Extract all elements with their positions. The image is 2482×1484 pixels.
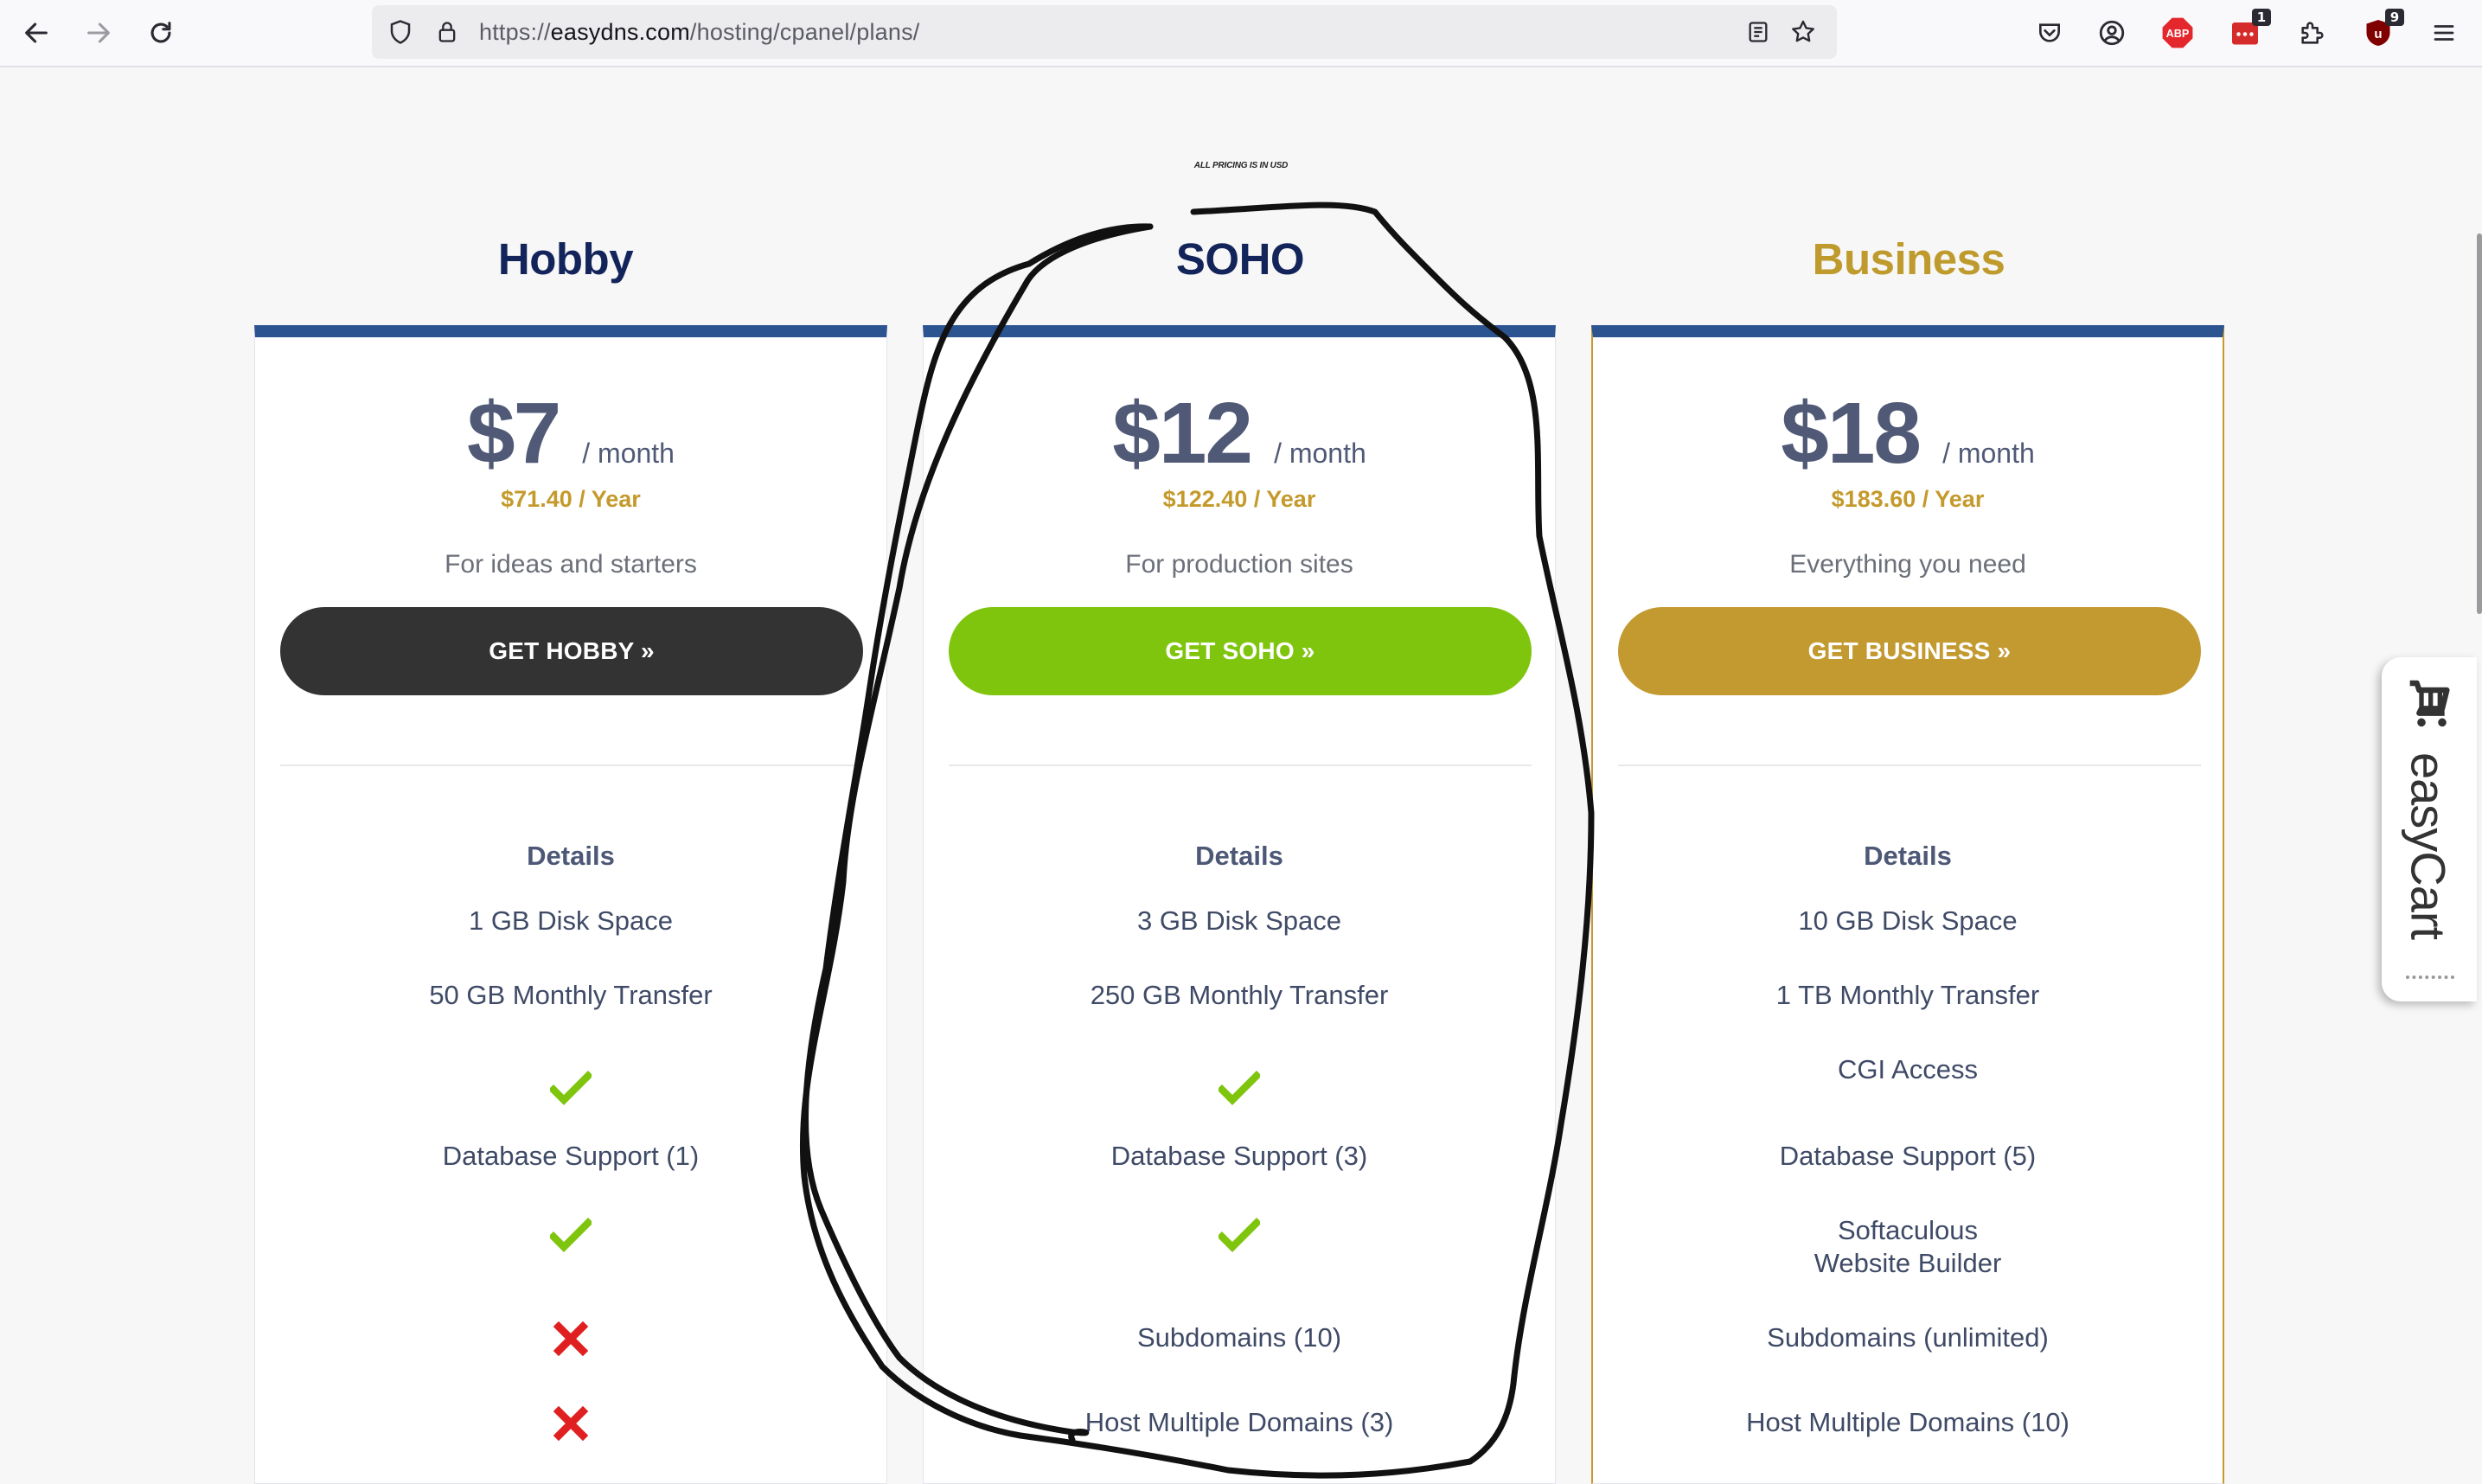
bookmark-star-icon[interactable] bbox=[1787, 16, 1820, 48]
get-soho-button[interactable]: GET SOHO » bbox=[949, 607, 1532, 695]
url-path: /hosting/cpanel/plans/ bbox=[689, 19, 920, 45]
feature-disk: 1 GB Disk Space bbox=[468, 905, 674, 936]
monthly-price: $7 bbox=[467, 385, 561, 482]
url-text[interactable]: https://easydns.com/hosting/cpanel/plans… bbox=[479, 19, 920, 46]
feature-subdomains: Subdomains (10) bbox=[1136, 1322, 1342, 1353]
back-arrow-icon bbox=[25, 22, 48, 43]
forward-button[interactable] bbox=[78, 12, 119, 54]
check-icon bbox=[255, 1218, 886, 1252]
divider bbox=[1618, 764, 2201, 766]
divider bbox=[280, 764, 863, 766]
price-row: $7 / month bbox=[255, 384, 886, 483]
feature-transfer: 250 GB Monthly Transfer bbox=[1090, 980, 1389, 1010]
url-domain: easydns.com bbox=[550, 19, 690, 45]
reader-view-icon[interactable] bbox=[1742, 16, 1775, 48]
reload-button[interactable] bbox=[140, 12, 182, 54]
feature-disk: 3 GB Disk Space bbox=[1136, 905, 1342, 936]
check-icon bbox=[924, 1218, 1555, 1252]
check-icon bbox=[924, 1071, 1555, 1105]
plan-title-soho: SOHO bbox=[1175, 234, 1305, 284]
feature-builder-line1: Softaculous bbox=[1838, 1215, 1978, 1245]
plan-card-soho: $12 / month $122.40 / Year For productio… bbox=[923, 325, 1556, 1484]
back-button[interactable] bbox=[16, 12, 57, 54]
extension-badge: 1 bbox=[2252, 9, 2271, 26]
forward-arrow-icon bbox=[87, 22, 110, 43]
price-unit: / month bbox=[1274, 438, 1366, 469]
feature-database: Database Support (1) bbox=[442, 1141, 700, 1171]
extension-red-icon[interactable]: 1 bbox=[2224, 9, 2271, 54]
details-heading: Details bbox=[527, 841, 615, 871]
feature-disk: 10 GB Disk Space bbox=[1798, 905, 2018, 936]
divider bbox=[949, 764, 1532, 766]
feature-domains: Host Multiple Domains (10) bbox=[1746, 1407, 2069, 1437]
price-row: $12 / month bbox=[924, 384, 1555, 483]
plan-card-business: $18 / month $183.60 / Year Everything yo… bbox=[1591, 325, 2224, 1484]
plan-title-hobby: Hobby bbox=[497, 234, 634, 284]
svg-text:u: u bbox=[2374, 27, 2382, 42]
feature-subdomains: Subdomains (unlimited) bbox=[1767, 1322, 2049, 1353]
plan-tagline: For production sites bbox=[1125, 550, 1353, 579]
details-heading: Details bbox=[1195, 841, 1283, 871]
feature-database: Database Support (5) bbox=[1779, 1141, 2037, 1171]
price-row: $18 / month bbox=[1593, 384, 2223, 483]
plan-title-business: Business bbox=[1812, 234, 2005, 284]
ublock-icon[interactable]: u 9 bbox=[2357, 9, 2404, 54]
cart-icon bbox=[2401, 676, 2456, 736]
feature-transfer: 50 GB Monthly Transfer bbox=[429, 980, 713, 1010]
plan-tagline: Everything you need bbox=[1789, 550, 2026, 579]
plan-tagline: For ideas and starters bbox=[445, 550, 697, 579]
plan-card-hobby: $7 / month $71.40 / Year For ideas and s… bbox=[254, 325, 887, 1484]
adblock-label: ABP bbox=[2166, 28, 2190, 40]
account-icon[interactable] bbox=[2091, 12, 2133, 54]
easycart-label: easyCart bbox=[2401, 752, 2456, 940]
price-unit: / month bbox=[582, 438, 675, 469]
details-heading: Details bbox=[1864, 841, 1952, 871]
feature-cgi: CGI Access bbox=[1838, 1054, 1978, 1084]
lock-icon[interactable] bbox=[431, 16, 464, 48]
cross-icon bbox=[255, 1321, 886, 1356]
yearly-price: $122.40 / Year bbox=[1162, 486, 1316, 512]
ublock-badge: 9 bbox=[2385, 9, 2404, 26]
puzzle-icon[interactable] bbox=[2292, 12, 2333, 54]
browser-toolbar: https://easydns.com/hosting/cpanel/plans… bbox=[0, 0, 2482, 67]
yearly-price: $71.40 / Year bbox=[501, 486, 641, 512]
feature-builder-line2: Website Builder bbox=[1814, 1248, 2002, 1278]
page-scrollbar[interactable] bbox=[2477, 233, 2482, 614]
get-business-button[interactable]: GET BUSINESS » bbox=[1618, 607, 2201, 695]
cross-icon bbox=[255, 1406, 886, 1441]
pricing-note: ALL PRICING IS IN USD bbox=[1193, 161, 1289, 170]
menu-icon[interactable] bbox=[2423, 12, 2465, 54]
monthly-price: $12 bbox=[1112, 385, 1253, 482]
feature-domains: Host Multiple Domains (3) bbox=[1084, 1407, 1394, 1437]
yearly-price: $183.60 / Year bbox=[1831, 486, 1985, 512]
url-prefix: https:// bbox=[479, 19, 551, 45]
pocket-icon[interactable] bbox=[2029, 12, 2070, 54]
easycart-widget[interactable]: easyCart bbox=[2382, 657, 2477, 1001]
shield-icon[interactable] bbox=[384, 16, 417, 48]
feature-transfer: 1 TB Monthly Transfer bbox=[1775, 980, 2040, 1010]
monthly-price: $18 bbox=[1781, 385, 1922, 482]
drag-handle[interactable] bbox=[2406, 975, 2454, 979]
get-hobby-button[interactable]: GET HOBBY » bbox=[280, 607, 863, 695]
adblock-icon[interactable]: ABP bbox=[2157, 12, 2198, 54]
price-unit: / month bbox=[1942, 438, 2035, 469]
check-icon bbox=[255, 1071, 886, 1105]
reload-icon bbox=[150, 22, 171, 43]
address-bar[interactable]: https://easydns.com/hosting/cpanel/plans… bbox=[372, 5, 1837, 59]
feature-database: Database Support (3) bbox=[1110, 1141, 1368, 1171]
